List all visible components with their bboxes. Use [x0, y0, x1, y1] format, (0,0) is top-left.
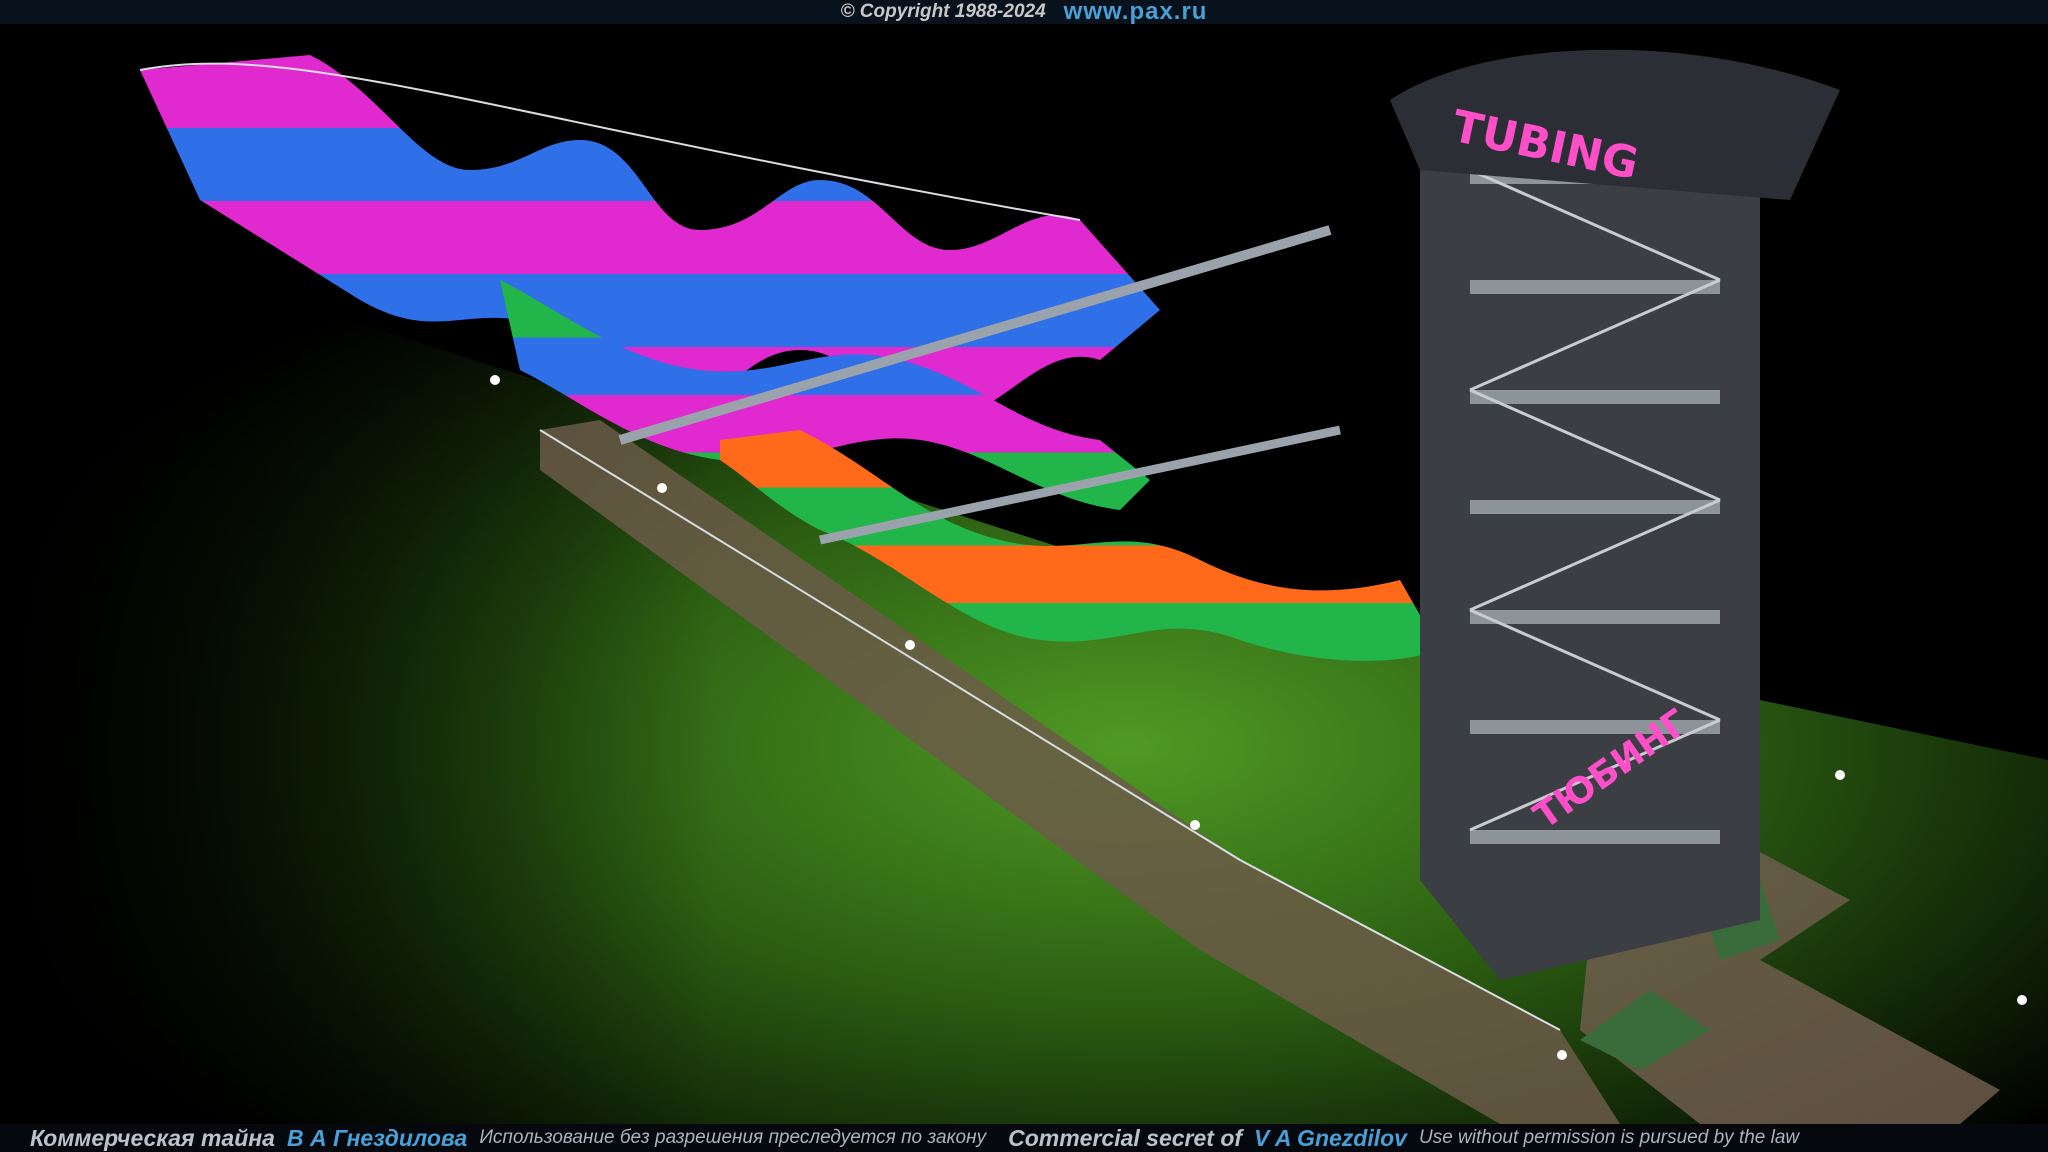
tubing-render-scene: TUBING ТЮБИНГ	[0, 0, 2048, 1152]
copyright-bar: © Copyright 1988-2024 www.pax.ru	[0, 0, 2048, 26]
en-author: V A Gnezdilov	[1254, 1124, 1407, 1151]
street-lamp	[1835, 770, 1845, 780]
site-link[interactable]: www.pax.ru	[1064, 0, 1208, 26]
street-lamp	[2017, 995, 2027, 1005]
en-notice: Use without permission is pursued by the…	[1418, 1127, 1800, 1148]
street-lamp	[905, 640, 915, 650]
street-lamp	[1190, 820, 1200, 830]
ru-author: В А Гнездилова	[286, 1124, 468, 1151]
copyright-text: © Copyright 1988-2024	[840, 1, 1046, 22]
street-lamp	[657, 483, 667, 493]
ru-label: Коммерческая тайна	[30, 1124, 275, 1151]
notice-bar: Коммерческая тайна В А Гнездилова Исполь…	[0, 1124, 2048, 1152]
street-lamp	[1557, 1050, 1567, 1060]
ru-notice: Использование без разрешения преследуетс…	[479, 1127, 987, 1148]
street-lamp	[490, 375, 500, 385]
en-label: Commercial secret of	[1008, 1124, 1243, 1151]
stair-tower	[1420, 100, 1760, 980]
